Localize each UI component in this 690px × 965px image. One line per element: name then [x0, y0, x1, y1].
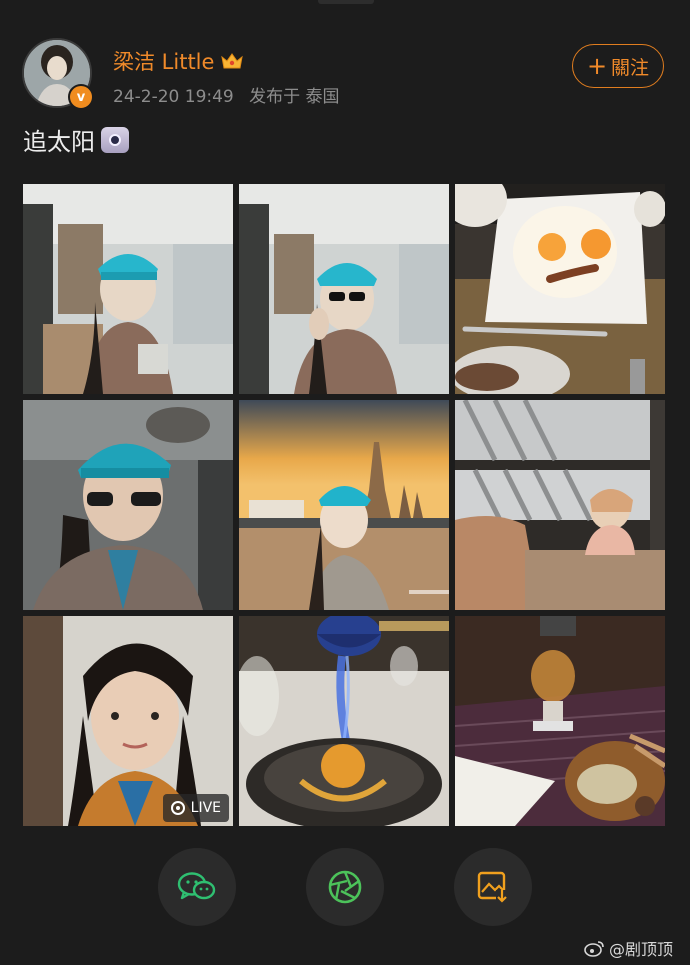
- moments-share-button[interactable]: [306, 848, 384, 926]
- photo-3-smiley-breakfast[interactable]: [455, 184, 665, 394]
- photo-8-flambe-dessert[interactable]: [239, 616, 449, 826]
- live-badge: LIVE: [162, 794, 229, 822]
- plus-icon: +: [586, 52, 608, 80]
- photo-6-child-window[interactable]: [455, 400, 665, 610]
- verified-badge-icon: v: [68, 84, 94, 110]
- camera-emoji-icon: [101, 126, 129, 153]
- photo-5-sunset-temple[interactable]: [239, 400, 449, 610]
- moments-aperture-icon: [328, 870, 362, 904]
- live-label: LIVE: [190, 800, 221, 816]
- crown-icon: [221, 53, 244, 69]
- photo-1-selfie-lobby[interactable]: [23, 184, 233, 394]
- weibo-logo-icon: [584, 941, 604, 957]
- post-date: 24-2-20 19:49: [113, 87, 234, 107]
- save-image-icon: [477, 871, 509, 903]
- drag-handle: [318, 0, 374, 4]
- username-text[interactable]: 梁洁 Little: [113, 46, 214, 76]
- follow-button[interactable]: + 關注: [572, 44, 664, 88]
- post-location: 发布于 泰国: [249, 87, 340, 107]
- live-icon: [170, 801, 185, 815]
- photo-4-selfie-car[interactable]: [23, 400, 233, 610]
- photo-7-selfie-closeup[interactable]: LIVE: [23, 616, 233, 826]
- photo-9-coffee-siphon[interactable]: [455, 616, 665, 826]
- post-text-content: 追太阳: [23, 128, 95, 156]
- username[interactable]: 梁洁 Little: [113, 46, 244, 76]
- watermark-text: @剧顶顶: [609, 940, 674, 959]
- post-text: 追太阳: [23, 122, 129, 157]
- save-image-button[interactable]: [454, 848, 532, 926]
- wechat-share-button[interactable]: [158, 848, 236, 926]
- photo-grid: LIVE: [23, 184, 665, 826]
- post-meta: 24-2-20 19:49 发布于 泰国: [113, 82, 350, 107]
- avatar[interactable]: v: [22, 38, 94, 110]
- weibo-watermark: @剧顶顶: [584, 936, 673, 960]
- wechat-icon: [177, 872, 216, 900]
- photo-2-selfie-sunglasses[interactable]: [239, 184, 449, 394]
- follow-button-label: 關注: [611, 56, 650, 79]
